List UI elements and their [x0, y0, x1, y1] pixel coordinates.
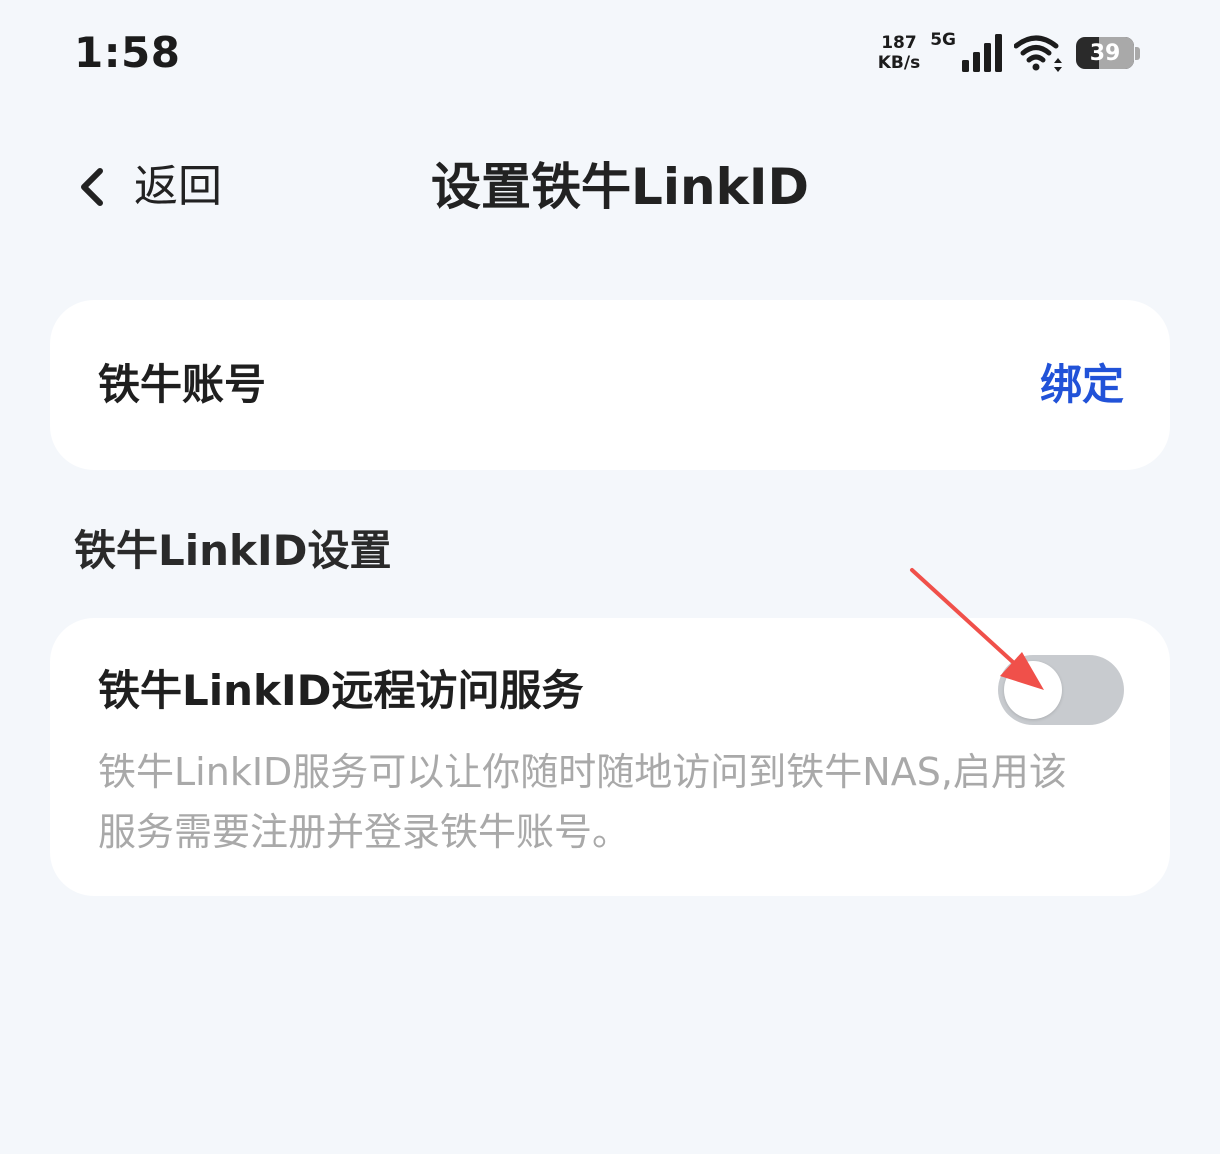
remote-service-toggle[interactable]	[998, 655, 1124, 725]
network-speed-value: 187	[881, 33, 917, 53]
bind-account-button[interactable]: 绑定	[1040, 356, 1124, 414]
wifi-icon	[1014, 35, 1062, 72]
remote-service-card: 铁牛LinkID远程访问服务 铁牛LinkID服务可以让你随时随地访问到铁牛NA…	[50, 618, 1170, 896]
battery-level: 39	[1089, 40, 1121, 66]
network-speed: 187 KB/s	[878, 33, 920, 73]
toggle-knob	[1004, 661, 1062, 719]
page-title: 设置铁牛LinkID	[431, 158, 809, 216]
section-title: 铁牛LinkID设置	[74, 526, 392, 575]
remote-service-description: 铁牛LinkID服务可以让你随时随地访问到铁牛NAS,启用该服务需要注册并登录铁…	[98, 750, 1067, 854]
network-speed-unit: KB/s	[877, 53, 921, 73]
battery-body: 39	[1076, 37, 1134, 69]
status-time: 1:58	[74, 28, 181, 77]
account-card: 铁牛账号 绑定	[50, 300, 1170, 470]
signal-icon	[962, 34, 1002, 72]
battery-icon: 39	[1076, 36, 1140, 70]
remote-service-label: 铁牛LinkID远程访问服务	[98, 666, 584, 715]
battery-cap	[1135, 46, 1140, 60]
account-label: 铁牛账号	[98, 360, 267, 409]
status-indicators: 187 KB/s 5G 39	[878, 28, 1140, 78]
network-type: 5G	[930, 30, 956, 50]
